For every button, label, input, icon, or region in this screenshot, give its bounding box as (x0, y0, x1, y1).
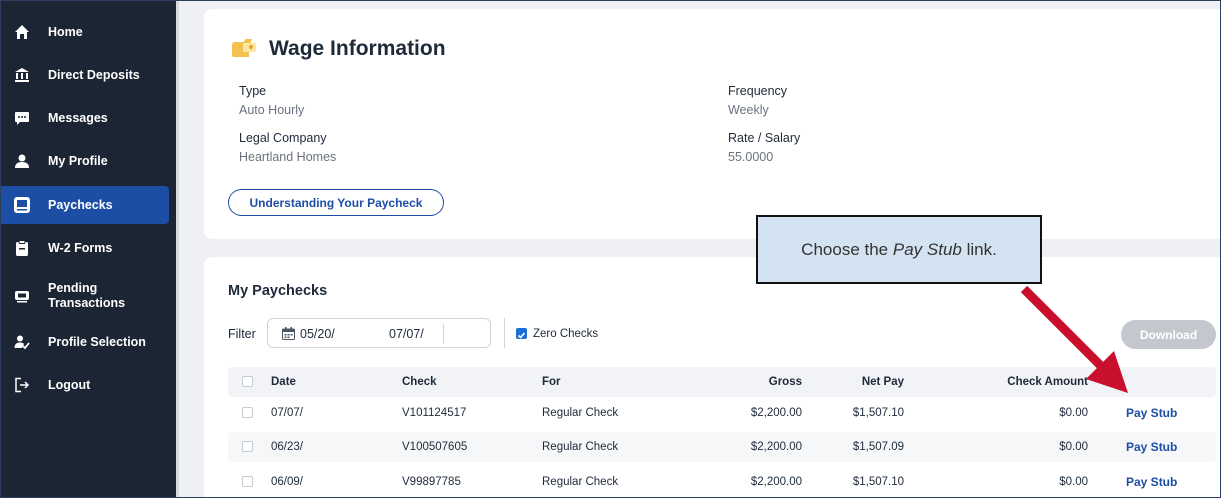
column-header-date[interactable]: Date (271, 376, 296, 388)
row-checkbox[interactable] (242, 441, 253, 452)
row-checkbox[interactable] (242, 476, 253, 487)
table-row: 06/09/ V99897785 Regular Check $2,200.00… (228, 467, 1216, 497)
logout-icon (13, 376, 31, 394)
sidebar-item-label: Logout (48, 377, 91, 392)
row-check: V100507605 (402, 441, 468, 453)
row-check-amount: $0.00 (1059, 441, 1088, 453)
profile-select-icon (13, 333, 31, 351)
row-gross: $2,200.00 (750, 476, 802, 488)
calendar-icon (282, 327, 295, 340)
row-check-amount: $0.00 (1059, 476, 1088, 488)
legal-company-value: Heartland Homes (239, 150, 337, 164)
filter-label: Filter (228, 327, 256, 341)
row-date: 06/23/ (271, 441, 303, 453)
column-header-check[interactable]: Check (402, 376, 437, 388)
row-check-amount: $0.00 (1059, 407, 1088, 419)
pay-stub-link[interactable]: Pay Stub (1126, 406, 1177, 420)
frequency-value: Weekly (728, 103, 769, 117)
row-checkbox[interactable] (242, 407, 253, 418)
callout-text-after: link. (961, 239, 997, 259)
user-icon (13, 152, 31, 170)
filter-divider (504, 318, 505, 348)
sidebar-item-label: W-2 Forms (48, 240, 113, 255)
page-title: Wage Information (269, 37, 446, 60)
frequency-label: Frequency (728, 84, 788, 98)
row-check: V99897785 (402, 476, 461, 488)
row-check: V101124517 (402, 407, 467, 419)
column-header-net-pay[interactable]: Net Pay (828, 376, 904, 388)
table-row: 07/07/ V101124517 Regular Check $2,200.0… (228, 398, 1216, 428)
section-title: My Paychecks (228, 283, 328, 299)
sidebar-item-logout[interactable]: Logout (1, 366, 169, 404)
sidebar-item-label: Direct Deposits (48, 67, 140, 82)
sidebar-item-direct-deposits[interactable]: Direct Deposits (1, 56, 169, 94)
legal-company-label: Legal Company (239, 131, 327, 145)
column-header-gross[interactable]: Gross (728, 376, 802, 388)
home-icon (13, 23, 31, 41)
type-label: Type (239, 84, 267, 98)
table-row: 06/23/ V100507605 Regular Check $2,200.0… (228, 432, 1216, 462)
row-gross: $2,200.00 (750, 407, 802, 419)
pay-stub-link[interactable]: Pay Stub (1126, 440, 1177, 454)
sidebar-item-label: Messages (48, 110, 108, 125)
paycheck-icon (13, 196, 31, 214)
sidebar-item-pending-transactions[interactable]: Pending Transactions (1, 273, 169, 319)
bank-icon (13, 66, 31, 84)
row-for: Regular Check (542, 407, 619, 419)
sidebar-item-paychecks[interactable]: Paychecks (1, 186, 169, 224)
instruction-callout: Choose the Pay Stub link. (756, 215, 1042, 284)
column-header-for[interactable]: For (542, 376, 561, 388)
row-net-pay: $1,507.10 (852, 476, 904, 488)
callout-text-italic: Pay Stub (892, 239, 962, 259)
filter-start-date[interactable]: 05/20/ (300, 327, 335, 341)
zero-checks-label: Zero Checks (533, 328, 599, 340)
row-date: 06/09/ (271, 476, 303, 488)
date-separator (443, 324, 444, 344)
app-window: Home Direct Deposits Messages My Profile… (0, 0, 1221, 498)
filter-end-date[interactable]: 07/07/ (389, 327, 424, 341)
sidebar-item-w2-forms[interactable]: W-2 Forms (1, 229, 169, 267)
sidebar-item-label: Profile Selection (48, 334, 146, 349)
sidebar-item-messages[interactable]: Messages (1, 99, 169, 137)
understanding-your-paycheck-button[interactable]: Understanding Your Paycheck (228, 189, 444, 216)
date-range-filter[interactable]: 05/20/ 07/07/ (267, 318, 491, 348)
sidebar-item-home[interactable]: Home (1, 13, 169, 51)
wallet-icon (229, 39, 259, 59)
row-date: 07/07/ (271, 407, 303, 419)
row-for: Regular Check (542, 441, 619, 453)
message-icon (13, 109, 31, 127)
callout-text-before: Choose the (801, 239, 893, 259)
pointer-arrow-icon (1020, 285, 1128, 393)
pay-stub-link[interactable]: Pay Stub (1126, 475, 1177, 489)
sidebar-item-label: Paychecks (48, 197, 113, 212)
row-net-pay: $1,507.09 (852, 441, 904, 453)
wage-information-card: Wage Information Type Auto Hourly Legal … (204, 9, 1220, 239)
zero-checks-checkbox[interactable] (516, 328, 527, 339)
row-for: Regular Check (542, 476, 619, 488)
sidebar-item-profile-selection[interactable]: Profile Selection (1, 323, 169, 361)
row-net-pay: $1,507.10 (852, 407, 904, 419)
select-all-checkbox[interactable] (242, 376, 253, 387)
sidebar-divider (176, 1, 179, 497)
sidebar-item-label: Pending Transactions (48, 281, 126, 310)
rate-salary-value: 55.0000 (728, 150, 774, 164)
clipboard-icon (13, 239, 31, 257)
type-value: Auto Hourly (239, 103, 305, 117)
rate-salary-label: Rate / Salary (728, 131, 801, 145)
sidebar-item-label: Home (48, 24, 83, 39)
row-gross: $2,200.00 (750, 441, 802, 453)
sidebar: Home Direct Deposits Messages My Profile… (1, 1, 176, 497)
sidebar-item-label: My Profile (48, 153, 108, 168)
pending-icon (13, 287, 31, 305)
sidebar-item-my-profile[interactable]: My Profile (1, 142, 169, 180)
